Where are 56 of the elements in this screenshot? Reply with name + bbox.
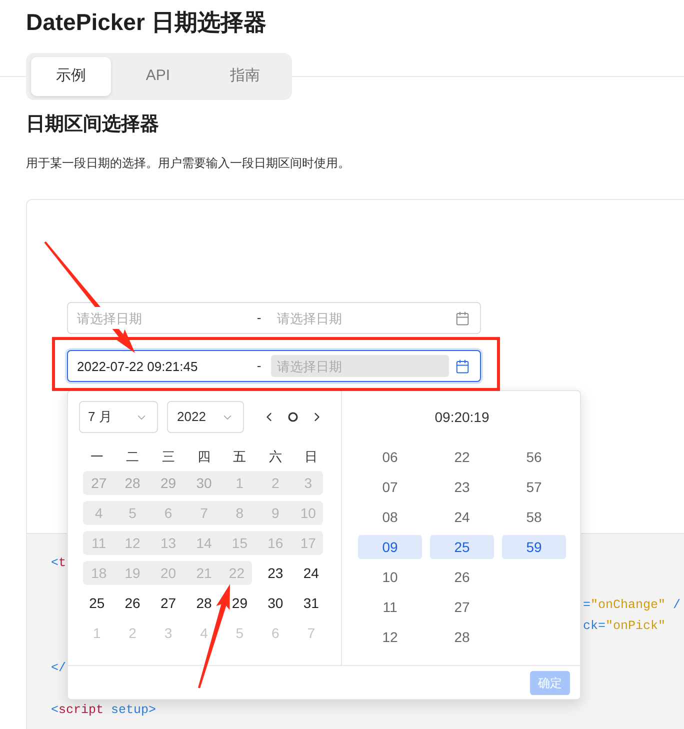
day-cell[interactable]: 30 — [258, 591, 294, 615]
circle-icon[interactable] — [288, 412, 298, 422]
time-option[interactable]: 06 — [358, 445, 422, 469]
time-option[interactable]: 12 — [358, 625, 422, 649]
date-range-picker[interactable]: 2022-07-22 09:21:45 - 请选择日期 — [67, 350, 481, 382]
section-heading: 日期区间选择器 — [26, 113, 159, 137]
section-description: 用于某一段日期的选择。用户需要输入一段日期区间时使用。 — [26, 155, 350, 172]
time-option[interactable]: 57 — [502, 475, 566, 499]
range-separator: - — [256, 357, 262, 376]
time-option[interactable]: 24 — [430, 505, 494, 529]
time-option[interactable]: 27 — [430, 595, 494, 619]
time-option[interactable]: 22 — [430, 445, 494, 469]
tab[interactable]: API — [118, 57, 198, 96]
day-cell[interactable]: 27 — [150, 591, 186, 615]
weekday-label: 三 — [162, 448, 175, 466]
time-option[interactable]: 10 — [358, 565, 422, 589]
code-line: ck="onPick" — [583, 618, 666, 634]
time-option[interactable]: 23 — [430, 475, 494, 499]
year-select[interactable]: 2022 — [167, 401, 244, 433]
calendar-icon[interactable] — [455, 310, 470, 326]
code-line: <t — [51, 555, 66, 571]
page-title: DatePicker 日期选择器 — [26, 8, 266, 36]
time-option[interactable]: 25 — [430, 535, 494, 559]
time-option[interactable]: 08 — [358, 505, 422, 529]
code-line: <script setup> — [51, 702, 156, 718]
month-select[interactable]: 7 月 — [79, 401, 158, 433]
weekday-label: 四 — [197, 448, 210, 466]
day-cell[interactable]: 26 — [114, 591, 150, 615]
date-range-picker[interactable]: 请选择日期 - 请选择日期 — [67, 302, 481, 334]
time-option[interactable]: 28 — [430, 625, 494, 649]
time-option[interactable]: 09 — [358, 535, 422, 559]
time-option[interactable]: 56 — [502, 445, 566, 469]
day-cell[interactable]: 28 — [186, 591, 222, 615]
weekday-label: 一 — [90, 448, 104, 466]
time-option[interactable]: 07 — [358, 475, 422, 499]
end-date-input[interactable]: 请选择日期 — [271, 355, 449, 377]
day-cell[interactable]: 25 — [79, 591, 115, 615]
code-line: ="onChange" / — [583, 597, 681, 613]
day-cell[interactable]: 23 — [258, 561, 294, 585]
weekday-label: 日 — [304, 448, 318, 466]
weekday-label: 五 — [233, 448, 246, 466]
weekday-label: 二 — [126, 448, 140, 466]
weekday-label: 六 — [268, 448, 282, 466]
time-title: 09:20:19 — [434, 408, 490, 426]
day-cell[interactable]: 29 — [222, 591, 258, 615]
code-line: </ — [51, 660, 66, 676]
time-option[interactable]: 11 — [358, 595, 422, 619]
time-option[interactable]: 58 — [502, 505, 566, 529]
day-cell[interactable]: 24 — [293, 561, 329, 585]
range-separator: - — [256, 309, 262, 328]
tab[interactable]: 示例 — [31, 57, 111, 96]
calendar-icon[interactable] — [455, 358, 470, 374]
tab[interactable]: 指南 — [205, 57, 285, 96]
time-option[interactable]: 59 — [502, 535, 566, 559]
time-option[interactable]: 26 — [430, 565, 494, 589]
day-cell[interactable]: 31 — [293, 591, 329, 615]
